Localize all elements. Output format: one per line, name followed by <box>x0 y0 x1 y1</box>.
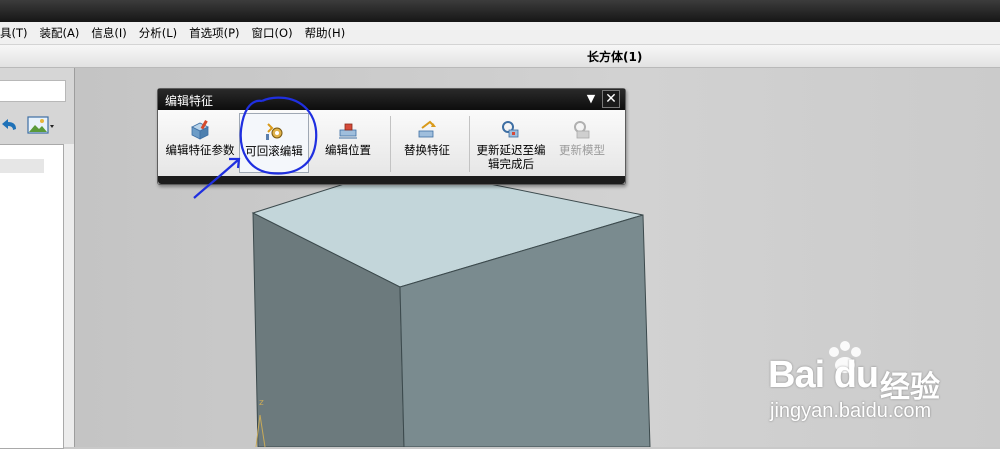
baidu-jingyan-watermark: Bai du 经验 jingyan.baidu.com <box>760 338 970 428</box>
annotation-circle-mark <box>239 96 318 175</box>
watermark-url: jingyan.baidu.com <box>770 400 932 422</box>
annotation-arrow-mark <box>193 159 239 199</box>
watermark-logo-text: Bai du <box>768 354 879 396</box>
